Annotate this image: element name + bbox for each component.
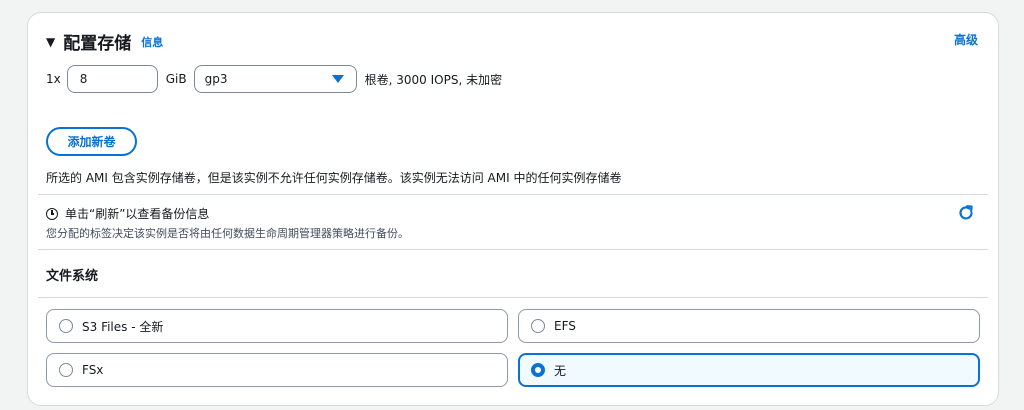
collapse-caret-icon[interactable]: ▼ — [46, 35, 55, 49]
backup-info-subtitle: 您分配的标签决定该实例是否将由任何数据生命周期管理器策略进行备份。 — [46, 227, 409, 240]
ami-instance-store-note: 所选的 AMI 包含实例存储卷，但是该实例不允许任何实例存储卷。该实例无法访问 … — [46, 171, 622, 185]
fs-option-fsx[interactable]: FSx — [46, 353, 508, 387]
panel-title: 配置存储 — [63, 34, 132, 54]
volume-type-value: gp3 — [204, 72, 228, 86]
add-new-volume-button[interactable]: 添加新卷 — [46, 127, 137, 156]
fs-option-label: EFS — [554, 319, 576, 333]
caret-down-icon — [331, 75, 344, 83]
volume-type-select[interactable]: gp3 — [193, 65, 357, 93]
fs-option-s3-files[interactable]: S3 Files - 全新 — [46, 309, 508, 343]
info-link[interactable]: 信息 — [141, 34, 163, 50]
advanced-link[interactable]: 高级 — [954, 31, 978, 48]
divider — [38, 297, 988, 298]
radio-selected-icon — [531, 363, 545, 377]
radio-icon — [531, 319, 545, 333]
volume-size-value: 8 — [79, 72, 88, 86]
fs-option-efs[interactable]: EFS — [518, 309, 980, 343]
fs-option-none[interactable]: 无 — [518, 353, 980, 387]
volume-size-unit: GiB — [165, 72, 187, 86]
volume-multiplier: 1x — [46, 72, 61, 86]
fs-option-label: 无 — [554, 363, 567, 378]
radio-icon — [59, 363, 73, 377]
panel-header: ▼ 配置存储 信息 — [46, 29, 163, 54]
divider — [38, 249, 988, 250]
root-volume-row: 1x 8 GiB gp3 根卷, 3000 IOPS, 未加密 — [46, 65, 502, 93]
volume-size-input[interactable]: 8 — [66, 65, 158, 93]
file-systems-title: 文件系统 — [46, 269, 99, 284]
volume-description: 根卷, 3000 IOPS, 未加密 — [364, 72, 503, 87]
fs-option-label: S3 Files - 全新 — [82, 319, 164, 334]
refresh-icon[interactable] — [956, 203, 976, 223]
clock-icon — [46, 207, 58, 220]
divider — [38, 194, 988, 195]
backup-info-row: 单击“刷新”以查看备份信息 — [46, 205, 209, 222]
fs-option-label: FSx — [82, 363, 104, 377]
configure-storage-panel: ▼ 配置存储 信息 高级 1x 8 GiB gp3 根卷, 3000 IOPS,… — [27, 12, 999, 406]
backup-info-title: 单击“刷新”以查看备份信息 — [65, 207, 210, 221]
radio-icon — [59, 319, 73, 333]
